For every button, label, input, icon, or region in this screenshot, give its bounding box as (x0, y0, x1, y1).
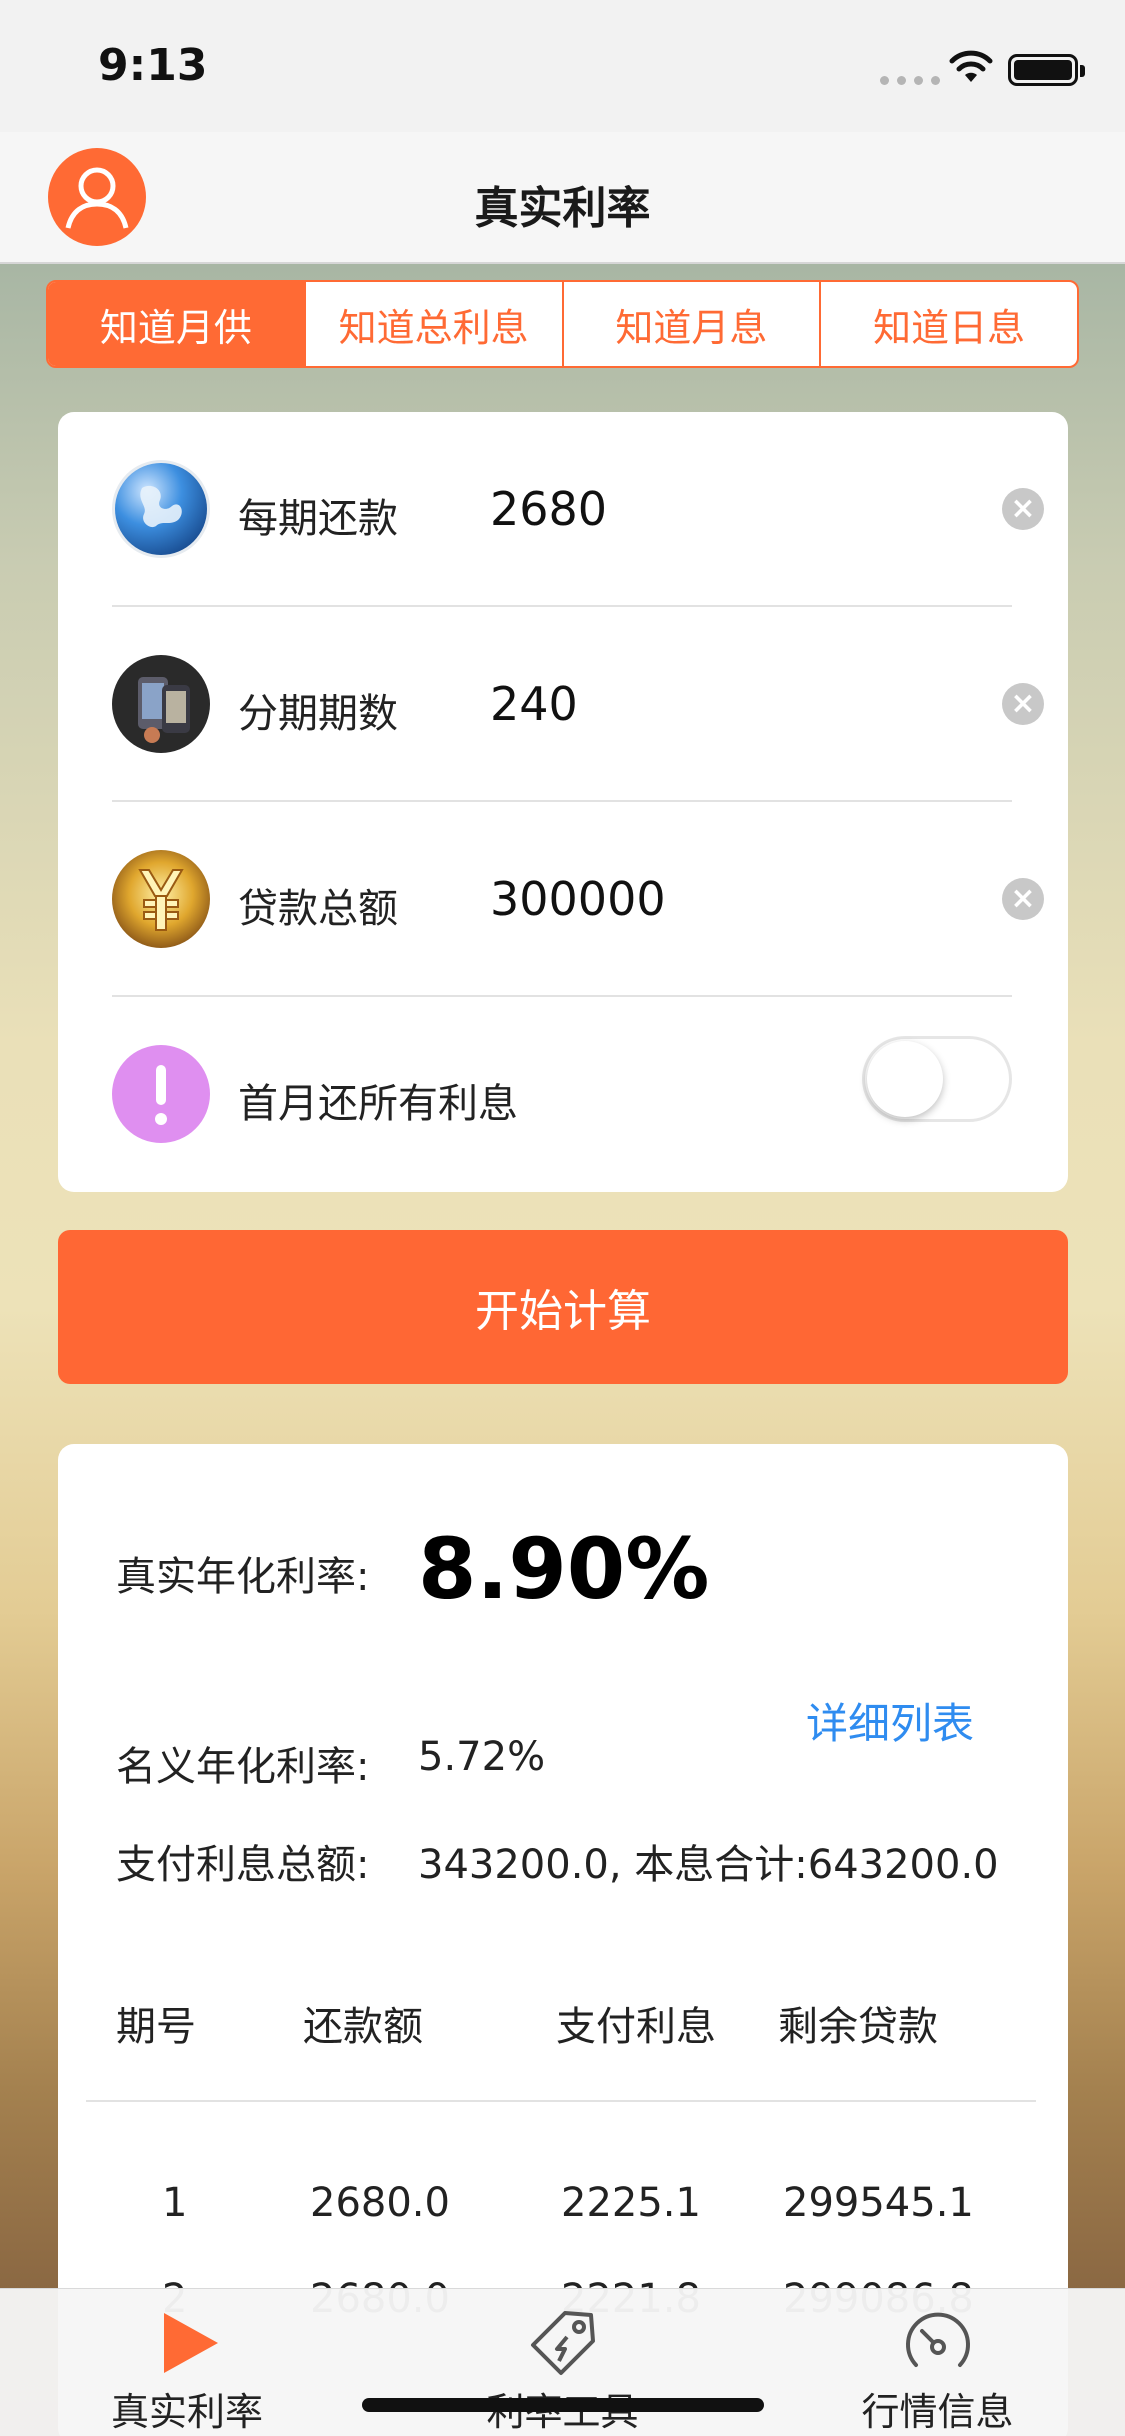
periods-row: 分期期数 × (58, 607, 1068, 802)
table-header-remaining: 剩余贷款 (778, 2004, 938, 2050)
status-time: 9:13 (98, 40, 208, 91)
detail-list-link[interactable]: 详细列表 (806, 1690, 974, 1751)
nominal-rate-label: 名义年化利率: (116, 1744, 370, 1790)
play-icon (163, 2313, 218, 2373)
clear-loan-icon[interactable]: × (1002, 878, 1044, 920)
exclamation-icon (112, 1045, 210, 1143)
phone-icon (112, 655, 210, 753)
interest-total-value: 343200.0, 本息合计:643200.0 (418, 1842, 999, 1888)
clear-periods-icon[interactable]: × (1002, 683, 1044, 725)
tab-label: 行情信息 (861, 2390, 1014, 2434)
loan-row: 贷款总额 × (58, 802, 1068, 997)
table-header-period: 期号 (116, 2004, 196, 2050)
real-rate-label: 真实年化利率: (116, 1554, 370, 1600)
table-header-interest: 支付利息 (556, 2004, 716, 2050)
clear-payment-icon[interactable]: × (1002, 488, 1044, 530)
tab-market-info[interactable]: 行情信息 (750, 2289, 1125, 2436)
tab-rate-tools[interactable]: 利率工具 (375, 2289, 750, 2436)
tab-daily-interest[interactable]: 知道日息 (821, 282, 1077, 366)
table-header-payment: 还款额 (303, 2004, 423, 2050)
table-cell: 2225.1 (561, 2180, 701, 2226)
tab-monthly-payment[interactable]: 知道月供 (48, 282, 306, 366)
tab-total-interest[interactable]: 知道总利息 (306, 282, 564, 366)
navigation-bar: 真实利率 (0, 132, 1125, 264)
wifi-icon (949, 50, 993, 82)
payment-input[interactable] (490, 482, 990, 536)
loan-input[interactable] (490, 872, 990, 926)
globe-icon (112, 460, 210, 558)
calculate-button[interactable]: 开始计算 (58, 1230, 1068, 1384)
bottom-tab-bar: 真实利率 利率工具 行情信息 (0, 2288, 1125, 2436)
tag-icon (530, 2311, 595, 2375)
input-card: 每期还款 × 分期期数 × (58, 412, 1068, 1192)
cellular-signal-icon (880, 76, 940, 85)
periods-input[interactable] (490, 677, 990, 731)
toggle-knob (867, 1041, 943, 1117)
yuan-icon (112, 850, 210, 948)
table-cell: 2680.0 (310, 2180, 450, 2226)
payment-row: 每期还款 × (58, 412, 1068, 607)
table-divider (86, 2100, 1036, 2102)
page-title: 真实利率 (474, 183, 651, 234)
real-rate-value: 8.90% (418, 1520, 710, 1618)
home-indicator (362, 2398, 764, 2412)
status-bar: 9:13 (0, 0, 1125, 132)
tab-real-rate[interactable]: 真实利率 (0, 2289, 375, 2436)
payment-label: 每期还款 (238, 496, 398, 542)
table-cell: 1 (162, 2180, 188, 2226)
first-month-label: 首月还所有利息 (238, 1081, 518, 1127)
loan-label: 贷款总额 (238, 886, 398, 932)
nominal-rate-value: 5.72% (418, 1734, 546, 1780)
tab-monthly-interest[interactable]: 知道月息 (564, 282, 822, 366)
interest-total-label: 支付利息总额: (116, 1842, 370, 1888)
mode-segmented-control: 知道月供 知道总利息 知道月息 知道日息 (46, 280, 1079, 368)
battery-icon (1008, 54, 1085, 86)
gauge-icon (905, 2312, 970, 2367)
periods-label: 分期期数 (238, 691, 398, 737)
first-month-toggle[interactable] (862, 1036, 1012, 1122)
table-cell: 299545.1 (783, 2180, 974, 2226)
